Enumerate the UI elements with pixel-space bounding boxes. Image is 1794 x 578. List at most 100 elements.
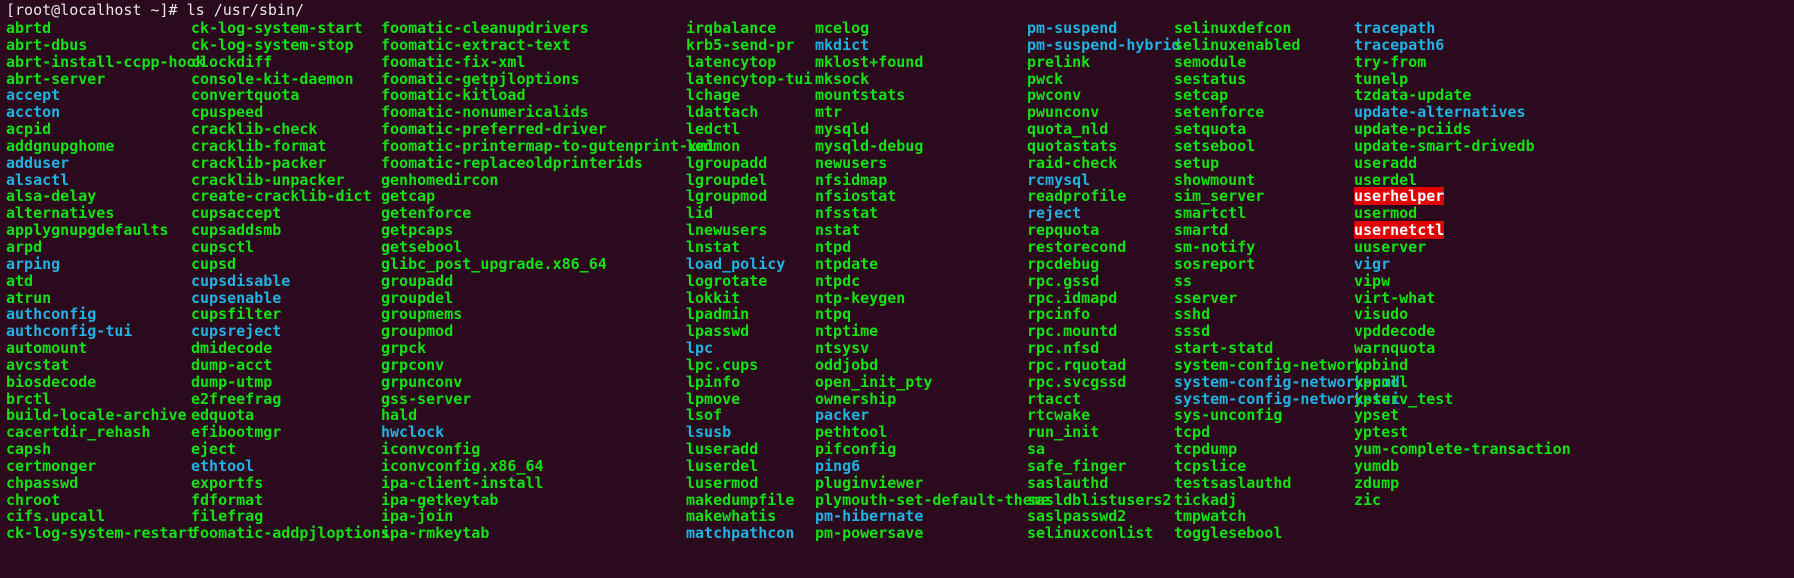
ls-entry-executable[interactable]: nfsiostat	[815, 187, 896, 205]
ls-entry-setuid[interactable]: usernetctl	[1354, 221, 1445, 240]
ls-entry-executable[interactable]: vipw	[1354, 272, 1390, 290]
ls-entry-executable[interactable]: hald	[381, 406, 417, 424]
ls-entry-symlink[interactable]: lpc	[686, 339, 713, 357]
ls-entry-executable[interactable]: quotastats	[1027, 137, 1117, 155]
ls-entry-executable[interactable]: foomatic-nonumericalids	[381, 103, 589, 121]
ls-entry-executable[interactable]: zdump	[1354, 474, 1399, 492]
ls-entry-executable[interactable]: chroot	[6, 491, 60, 509]
ls-entry-executable[interactable]: pwck	[1027, 70, 1063, 88]
ls-entry-executable[interactable]: applygnupgdefaults	[6, 221, 169, 239]
ls-entry-executable[interactable]: filefrag	[191, 507, 263, 525]
ls-entry-executable[interactable]: sys-unconfig	[1174, 406, 1282, 424]
ls-entry-executable[interactable]: abrtd	[6, 19, 51, 37]
ls-entry-executable[interactable]: getpcaps	[381, 221, 453, 239]
ls-entry-executable[interactable]: ntpq	[815, 305, 851, 323]
ls-entry-executable[interactable]: create-cracklib-dict	[191, 187, 372, 205]
ls-entry-executable[interactable]: system-config-network	[1174, 356, 1364, 374]
ls-entry-symlink[interactable]: ping6	[815, 457, 860, 475]
ls-entry-executable[interactable]: pethtool	[815, 423, 887, 441]
ls-entry-executable[interactable]: rpcdebug	[1027, 255, 1099, 273]
ls-entry-executable[interactable]: ntptime	[815, 322, 878, 340]
ls-entry-executable[interactable]: ntsysv	[815, 339, 869, 357]
ls-entry-executable[interactable]: genhomedircon	[381, 171, 498, 189]
ls-entry-executable[interactable]: glibc_post_upgrade.x86_64	[381, 255, 607, 273]
ls-entry-executable[interactable]: groupmems	[381, 305, 462, 323]
ls-entry-executable[interactable]: ipa-client-install	[381, 474, 544, 492]
ls-entry-executable[interactable]: uuserver	[1354, 238, 1426, 256]
ls-entry-executable[interactable]: ypserv_test	[1354, 390, 1453, 408]
ls-entry-executable[interactable]: userdel	[1354, 171, 1417, 189]
ls-entry-executable[interactable]: logrotate	[686, 272, 767, 290]
ls-entry-executable[interactable]: run_init	[1027, 423, 1099, 441]
ls-entry-executable[interactable]: lchage	[686, 86, 740, 104]
ls-entry-executable[interactable]: luseradd	[686, 440, 758, 458]
ls-entry-executable[interactable]: cpuspeed	[191, 103, 263, 121]
ls-entry-executable[interactable]: ntpdc	[815, 272, 860, 290]
ls-entry-executable[interactable]: foomatic-fix-xml	[381, 53, 526, 71]
ls-entry-executable[interactable]: mysqld-debug	[815, 137, 923, 155]
ls-entry-executable[interactable]: sshd	[1174, 305, 1210, 323]
ls-entry-executable[interactable]: pwconv	[1027, 86, 1081, 104]
ls-entry-executable[interactable]: rpc.rquotad	[1027, 356, 1126, 374]
ls-entry-executable[interactable]: abrt-dbus	[6, 36, 87, 54]
ls-entry-executable[interactable]: nfsstat	[815, 204, 878, 222]
ls-entry-executable[interactable]: saslpasswd2	[1027, 507, 1126, 525]
ls-entry-executable[interactable]: selinuxconlist	[1027, 524, 1153, 542]
ls-entry-symlink[interactable]: mkdict	[815, 36, 869, 54]
ls-entry-executable[interactable]: repquota	[1027, 221, 1099, 239]
ls-entry-symlink[interactable]: arping	[6, 255, 60, 273]
ls-entry-executable[interactable]: ntp-keygen	[815, 289, 905, 307]
ls-entry-executable[interactable]: mountstats	[815, 86, 905, 104]
ls-entry-executable[interactable]: rtcwake	[1027, 406, 1090, 424]
ls-entry-executable[interactable]: ntpd	[815, 238, 851, 256]
ls-entry-executable[interactable]: restorecond	[1027, 238, 1126, 256]
ls-entry-setuid[interactable]: userhelper	[1354, 187, 1445, 206]
ls-entry-executable[interactable]: alternatives	[6, 204, 114, 222]
ls-entry-executable[interactable]: mcelog	[815, 19, 869, 37]
ls-entry-executable[interactable]: lpinfo	[686, 373, 740, 391]
ls-entry-executable[interactable]: rpc.svcgssd	[1027, 373, 1126, 391]
ls-entry-executable[interactable]: mysqld	[815, 120, 869, 138]
ls-entry-executable[interactable]: getsebool	[381, 238, 462, 256]
ls-entry-executable[interactable]: sim_server	[1174, 187, 1264, 205]
ls-entry-executable[interactable]: pluginviewer	[815, 474, 923, 492]
ls-entry-symlink[interactable]: reject	[1027, 204, 1081, 222]
ls-entry-executable[interactable]: alsa-delay	[6, 187, 96, 205]
ls-entry-symlink[interactable]: alsactl	[6, 171, 69, 189]
ls-entry-executable[interactable]: brctl	[6, 390, 51, 408]
ls-entry-executable[interactable]: lgroupadd	[686, 154, 767, 172]
ls-entry-executable[interactable]: ck-log-system-restart	[6, 524, 196, 542]
ls-entry-executable[interactable]: dmidecode	[191, 339, 272, 357]
ls-entry-symlink[interactable]: update-alternatives	[1354, 103, 1526, 121]
ls-entry-executable[interactable]: cupsd	[191, 255, 236, 273]
ls-entry-executable[interactable]: open_init_pty	[815, 373, 932, 391]
ls-entry-executable[interactable]: rtacct	[1027, 390, 1081, 408]
ls-entry-executable[interactable]: makedumpfile	[686, 491, 794, 509]
ls-entry-symlink[interactable]: cupsdisable	[191, 272, 290, 290]
ls-entry-symlink[interactable]: tracepath6	[1354, 36, 1444, 54]
ls-entry-executable[interactable]: cracklib-check	[191, 120, 317, 138]
ls-entry-executable[interactable]: e2freefrag	[191, 390, 281, 408]
ls-entry-executable[interactable]: tcpd	[1174, 423, 1210, 441]
ls-entry-executable[interactable]: yptest	[1354, 423, 1408, 441]
ls-entry-executable[interactable]: usermod	[1354, 204, 1417, 222]
ls-entry-executable[interactable]: quota_nld	[1027, 120, 1108, 138]
ls-entry-executable[interactable]: iconvconfig.x86_64	[381, 457, 544, 475]
ls-entry-executable[interactable]: ss	[1174, 272, 1192, 290]
ls-entry-executable[interactable]: newusers	[815, 154, 887, 172]
ls-entry-executable[interactable]: ck-log-system-stop	[191, 36, 354, 54]
ls-entry-executable[interactable]: addgnupghome	[6, 137, 114, 155]
ls-entry-executable[interactable]: sestatus	[1174, 70, 1246, 88]
ls-entry-executable[interactable]: setcap	[1174, 86, 1228, 104]
ls-entry-executable[interactable]: ntpdate	[815, 255, 878, 273]
ls-entry-executable[interactable]: exportfs	[191, 474, 263, 492]
ls-entry-executable[interactable]: avcstat	[6, 356, 69, 374]
ls-entry-executable[interactable]: lsof	[686, 406, 722, 424]
ls-entry-executable[interactable]: sssd	[1174, 322, 1210, 340]
ls-entry-executable[interactable]: smartd	[1174, 221, 1228, 239]
ls-entry-executable[interactable]: cifs.upcall	[6, 507, 105, 525]
ls-entry-executable[interactable]: getenforce	[381, 204, 471, 222]
ls-entry-executable[interactable]: cacertdir_rehash	[6, 423, 151, 441]
ls-entry-symlink[interactable]: adduser	[6, 154, 69, 172]
ls-entry-executable[interactable]: semodule	[1174, 53, 1246, 71]
